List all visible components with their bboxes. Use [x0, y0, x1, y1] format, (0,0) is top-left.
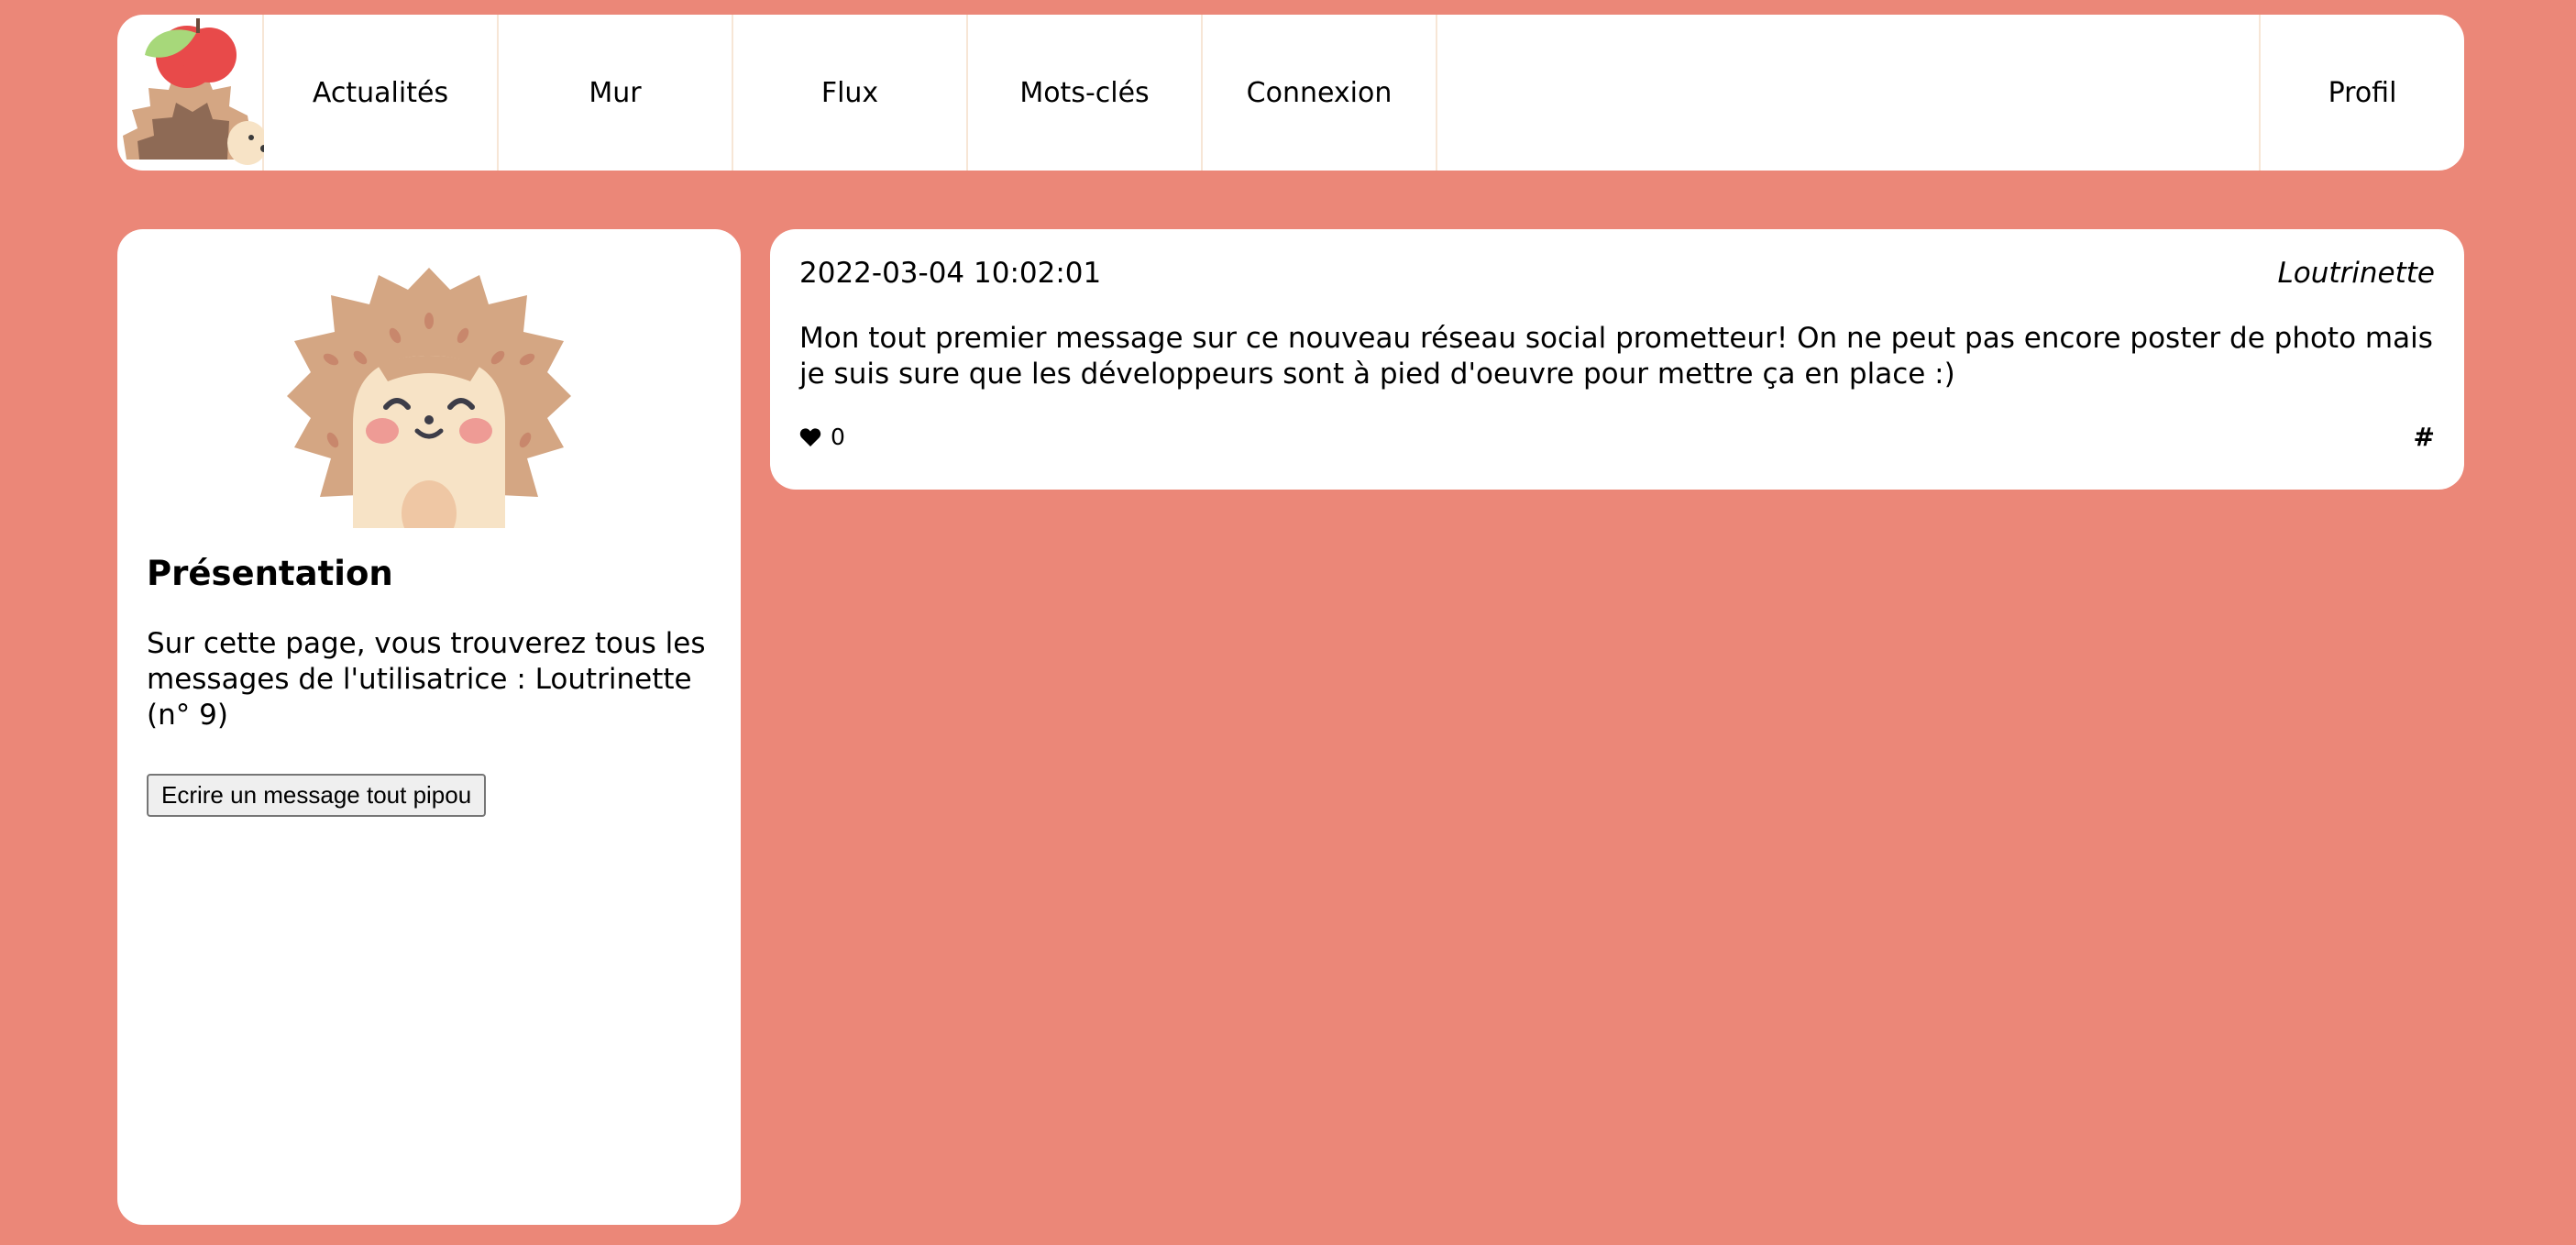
nav-item-flux[interactable]: Flux [733, 15, 968, 171]
nav-item-label: Profil [2328, 76, 2397, 109]
site-logo[interactable] [117, 15, 264, 171]
heart-icon [799, 427, 821, 446]
hedgehog-avatar-icon [287, 268, 571, 528]
avatar [147, 229, 711, 528]
nav-item-label: Actualités [312, 76, 449, 109]
top-navigation: Actualités Mur Flux Mots-clés Connexion … [117, 15, 2464, 171]
nav-item-label: Mur [589, 76, 642, 109]
post-header: 2022-03-04 10:02:01 Loutrinette [799, 257, 2435, 290]
nav-item-label: Mots-clés [1019, 76, 1150, 109]
post-content: Mon tout premier message sur ce nouveau … [799, 322, 2433, 391]
hedgehog-apple-logo-icon [123, 18, 264, 165]
presentation-panel: Présentation Sur cette page, vous trouve… [117, 229, 741, 1225]
nav-item-connexion[interactable]: Connexion [1203, 15, 1437, 171]
like-count: 0 [831, 424, 845, 450]
nav-item-mur[interactable]: Mur [499, 15, 733, 171]
like-button[interactable]: 0 [799, 424, 845, 450]
nav-item-label: Flux [820, 76, 879, 109]
post-date: 2022-03-04 10:02:01 [799, 257, 1102, 290]
nav-item-mots-cles[interactable]: Mots-clés [968, 15, 1203, 171]
write-message-button[interactable]: Ecrire un message tout pipou [147, 774, 487, 817]
nav-item-actualites[interactable]: Actualités [264, 15, 499, 171]
post-author[interactable]: Loutrinette [2278, 257, 2436, 290]
presentation-text: Sur cette page, vous trouverez tous les … [147, 627, 706, 732]
tag-link[interactable]: # [2414, 422, 2435, 452]
nav-item-label: Connexion [1246, 76, 1393, 109]
post-card: 2022-03-04 10:02:01 Loutrinette Mon tout… [770, 229, 2464, 490]
post-footer: 0 # [799, 422, 2435, 452]
presentation-title: Présentation [147, 554, 393, 593]
nav-item-profil[interactable]: Profil [2259, 15, 2464, 171]
